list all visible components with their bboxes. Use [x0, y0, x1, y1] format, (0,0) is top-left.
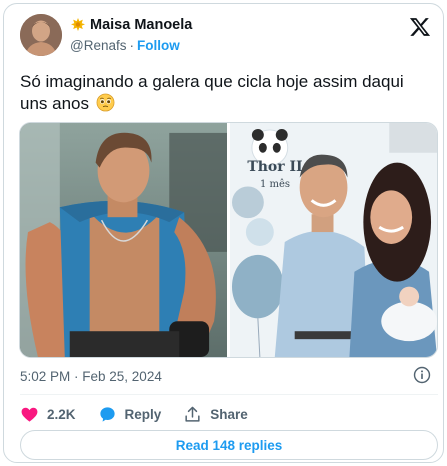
author-display-name[interactable]: Maisa Manoela — [90, 17, 192, 33]
tweet-timestamp[interactable]: 5:02 PM · Feb 25, 2024 — [20, 369, 162, 384]
actions-divider — [20, 394, 438, 395]
reply-label: Reply — [124, 406, 162, 422]
tweet-card: Maisa Manoela @Renafs · Follow Só imaginan… — [3, 3, 444, 463]
author-name-row: Maisa Manoela — [70, 17, 192, 33]
author-handle[interactable]: @Renafs — [70, 38, 126, 53]
x-logo-icon[interactable] — [409, 16, 431, 38]
share-button[interactable]: Share — [183, 405, 248, 424]
author-avatar[interactable] — [20, 14, 62, 56]
share-label: Share — [210, 406, 248, 422]
crown-emoji-icon — [70, 17, 86, 33]
gym-photo[interactable] — [20, 123, 227, 357]
tweet-text: Só imaginando a galera que cicla hoje as… — [20, 71, 430, 115]
like-button[interactable]: 2.2K — [20, 405, 76, 424]
reply-bubble-icon — [99, 406, 115, 422]
reply-button[interactable]: Reply — [98, 405, 162, 424]
author-handle-row: @Renafs · Follow — [70, 38, 180, 53]
tweet-media[interactable]: Thor II 1 mês — [19, 122, 438, 358]
heart-icon — [21, 407, 38, 422]
handle-separator: · — [129, 38, 134, 53]
pleading-face-emoji-icon — [96, 93, 115, 112]
read-replies-button[interactable]: Read 148 replies — [20, 430, 438, 460]
thor-caption-sub: 1 mês — [259, 179, 291, 190]
thor-caption: Thor II 1 mês — [230, 159, 320, 190]
family-photo[interactable]: Thor II 1 mês — [229, 123, 437, 357]
share-icon — [185, 406, 200, 422]
info-icon[interactable] — [413, 366, 431, 384]
thor-caption-title: Thor II — [247, 159, 303, 175]
follow-button[interactable]: Follow — [137, 38, 180, 53]
tweet-actions: 2.2K Reply Share — [20, 403, 270, 425]
tweet-body: Só imaginando a galera que cicla hoje as… — [20, 72, 404, 113]
like-count: 2.2K — [47, 406, 76, 422]
